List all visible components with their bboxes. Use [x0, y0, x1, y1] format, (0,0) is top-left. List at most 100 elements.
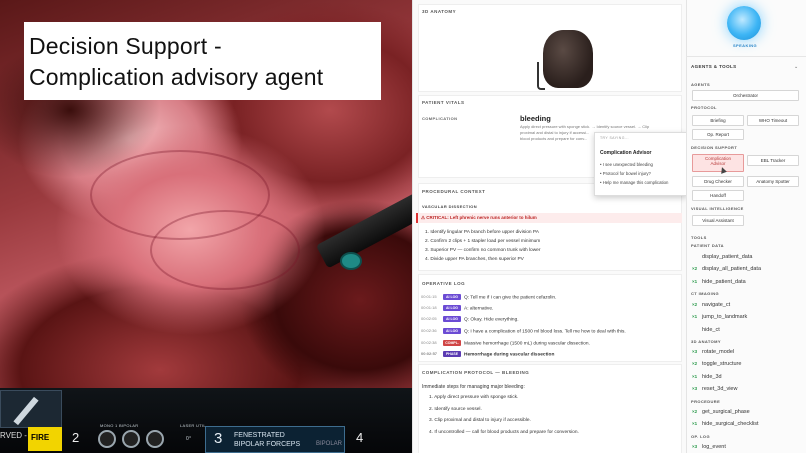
tool-name: rotate_model [702, 349, 735, 355]
protocol-step: 1. Apply direct pressure with sponge sti… [429, 395, 519, 400]
popup-suggestion[interactable]: • I see unexpected bleeding [600, 162, 681, 168]
tool-name: navigate_ct [702, 302, 731, 308]
dial-icon [98, 430, 116, 448]
tool-name: hide_ct [702, 327, 720, 333]
complication-advisor-line-2: Advisor [710, 161, 726, 166]
log-text: Q: Tell me if I can give the patient cef… [464, 295, 557, 301]
tool-item[interactable]: ×3 log_event [692, 444, 726, 450]
tools-label: TOOLS [691, 235, 707, 240]
complication-label: COMPLICATION [422, 116, 458, 121]
tool-count: ×1 [692, 421, 698, 426]
drug-checker-button[interactable]: Drug Checker [692, 176, 744, 187]
tool-item[interactable]: ×2 toggle_structure [692, 361, 741, 367]
agents-tools-heading: AGENTS & TOOLS [691, 64, 737, 69]
complication-advisor-button[interactable]: Complication Advisor [692, 154, 744, 172]
tool-name: reset_3d_view [702, 386, 738, 392]
speaking-status: SPEAKING [732, 43, 758, 48]
caption-line-2: Complication advisory agent [29, 64, 324, 90]
log-time: 00:01:15 [421, 294, 437, 300]
log-text: Q: Okay. Hide everything. [464, 317, 519, 323]
tool-item[interactable]: display_patient_data [692, 254, 752, 260]
log-time: 00:01:18 [421, 305, 437, 311]
log-row[interactable]: 00:01:18 AI LOG A: alternative. [421, 305, 493, 314]
tool-name: display_patient_data [702, 254, 753, 260]
tool-count: ×3 [692, 444, 698, 449]
vitals-title: PATIENT VITALS [422, 100, 465, 105]
log-text: Massive hemorrhage (1500 mL) during vasc… [464, 341, 590, 347]
tool-name: log_event [702, 444, 726, 450]
arm3-tool-line-1: FENESTRATED [234, 432, 285, 439]
tool-name: display_all_patient_data [702, 266, 762, 272]
divider [686, 56, 806, 57]
complication-value: bleeding [520, 114, 551, 123]
op-report-button[interactable]: Op. Report [692, 129, 744, 140]
log-row[interactable]: 00:02:57 PHASE Hemorrhage during vascular … [421, 351, 554, 360]
tool-item[interactable]: ×1 hide_surgical_checklist [692, 421, 759, 427]
bipolar-label: BIPOLAR [316, 441, 343, 447]
popup-suggestion[interactable]: • Protocol for bowel injury? [600, 171, 681, 177]
log-row[interactable]: 00:02:36 AI LOG Q: I have a complication o… [421, 328, 626, 337]
critical-alert: ⚠ CRITICAL: Left phrenic nerve runs ante… [416, 213, 682, 223]
tool-name: hide_patient_data [702, 279, 746, 285]
popup-title: Complication Advisor [600, 150, 652, 156]
ebl-tracker-button[interactable]: EBL Tracker [747, 155, 799, 166]
handoff-button[interactable]: Handoff [692, 190, 744, 201]
briefing-button[interactable]: Briefing [692, 115, 744, 126]
tool-item[interactable]: ×2 get_surgical_phase [692, 409, 750, 415]
tool-group-label: CT IMAGING [691, 291, 719, 296]
popup-suggestion-text: Help me manage this complication [602, 180, 669, 185]
log-row[interactable]: 00:02:38 COMPL. Massive hemorrhage (1500 m… [421, 340, 590, 349]
tool-item[interactable]: ×1 hide_patient_data [692, 279, 746, 285]
decision-support-label: DECISION SUPPORT [691, 145, 738, 150]
log-title: OPERATIVE LOG [422, 281, 466, 286]
osd-angle: 0° [186, 436, 192, 442]
osd-served: RVED - [0, 431, 27, 440]
tool-item[interactable]: ×3 rotate_model [692, 349, 734, 355]
who-timeout-button[interactable]: WHO Timeout [747, 115, 799, 126]
anatomy-spotter-button[interactable]: Anatomy Spotter [747, 176, 799, 187]
tool-item[interactable]: ×2 display_all_patient_data [692, 266, 761, 272]
log-time: 00:02:57 [421, 351, 438, 357]
tool-item[interactable]: hide_ct [692, 327, 720, 333]
model-stand [537, 62, 545, 90]
context-step: 1. Identify lingular PA branch before up… [425, 230, 539, 235]
tool-name: toggle_structure [702, 361, 742, 367]
visual-intelligence-label: VISUAL INTELLIGENCE [691, 206, 744, 211]
tool-item[interactable]: ×1 hide_3d [692, 374, 722, 380]
arm4-number: 4 [356, 430, 364, 445]
log-text: Q: I have a complication of 1500 ml bloo… [464, 329, 626, 335]
surgical-instrument [315, 189, 412, 269]
protocol-intro: Immediate steps for managing major bleed… [422, 384, 525, 390]
log-row[interactable]: 00:02:05 AI LOG Q: Okay. Hide everything. [421, 316, 519, 325]
log-text: Hemorrhage during vascular dissection [464, 352, 555, 358]
voice-orb-icon[interactable] [727, 6, 761, 40]
visual-assistant-button[interactable]: Visual Assistant [692, 215, 744, 226]
log-badge: AI LOG [443, 294, 461, 300]
arm3-tool-line-2: BIPOLAR FORCEPS [234, 441, 301, 448]
popup-suggestion[interactable]: • Help me manage this complication [600, 180, 681, 186]
anatomy-title: 3D ANATOMY [422, 9, 457, 14]
context-title: PROCEDURAL CONTEXT [422, 189, 486, 194]
log-time: 00:02:38 [421, 340, 437, 346]
tool-count: ×2 [692, 302, 698, 307]
osd-laser-label: LASER UTIL [180, 423, 206, 428]
tool-name: hide_surgical_checklist [702, 421, 759, 427]
arm3-number: 3 [214, 430, 223, 447]
log-badge: PHASE [443, 351, 461, 357]
log-row[interactable]: 00:01:15 AI LOG Q: Tell me if I can give t… [421, 294, 556, 303]
tool-count: ×2 [692, 361, 698, 366]
tool-item[interactable]: ×2 navigate_ct [692, 302, 730, 308]
chevron-down-icon[interactable]: ⌄ [794, 64, 798, 70]
popup-suggestion-text: Protocol for bowel injury? [602, 171, 651, 176]
caption-line-1: Decision Support - [29, 33, 222, 59]
app-root: Decision Support - Complication advisory… [0, 0, 806, 453]
tool-item[interactable]: ×3 reset_3d_view [692, 386, 737, 392]
orchestrator-button[interactable]: Orchestrator [692, 90, 799, 101]
tool-count: ×3 [692, 386, 698, 391]
tool-count: ×2 [692, 409, 698, 414]
tool-count: ×3 [692, 349, 698, 354]
arm3-tool-box: 3 FENESTRATED BIPOLAR FORCEPS [205, 426, 345, 453]
popup-head: TRY SAYING... [600, 136, 629, 140]
3d-anatomy-model[interactable] [543, 30, 593, 88]
tool-item[interactable]: ×1 jump_to_landmark [692, 314, 747, 320]
